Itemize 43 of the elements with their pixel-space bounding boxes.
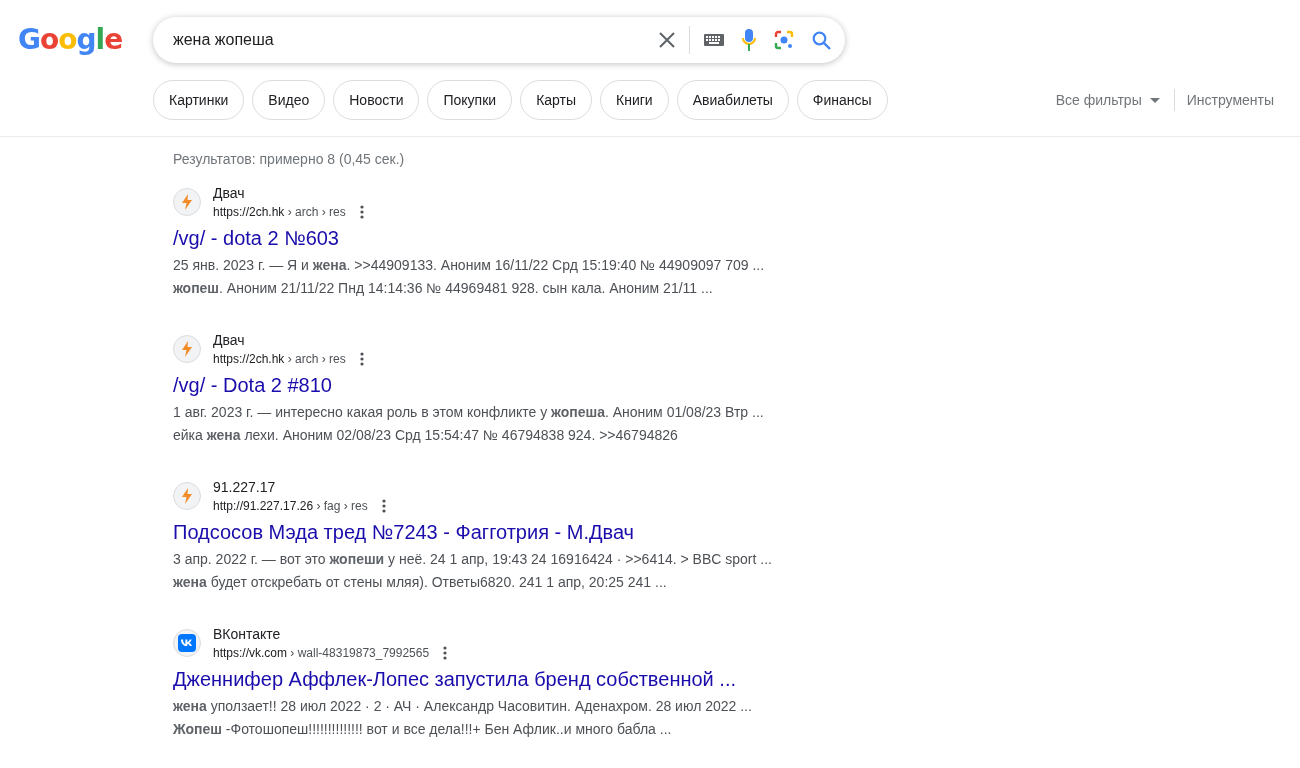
search-icon[interactable]	[812, 30, 831, 50]
filter-chip[interactable]: Авиабилеты	[676, 80, 789, 120]
caret-icon	[1149, 97, 1160, 103]
result-title-link[interactable]: Дженнифер Аффлек-Лопес запустила бренд собственной ...	[173, 666, 736, 692]
search-input[interactable]: жена жопеша	[173, 31, 659, 49]
site-name: Двач	[213, 184, 246, 203]
filter-chip[interactable]: Книги	[600, 80, 669, 120]
result-snippet: жена уползает!! 28 июл 2022 · 2 · АЧ · Александр Часовитин. Аденахром. 28 июл 2022 ... Жопеш -Фотошопеш!!!!!!!!!!!!!! вот и все дела!!!+ Бен Афлик..и много бабла ...	[173, 697, 753, 739]
google-logo[interactable]: Google	[18, 17, 153, 63]
more-options-icon[interactable]	[359, 205, 364, 219]
filter-chip[interactable]: Видео	[252, 80, 326, 120]
result-snippet: 1 авг. 2023 г. — интересно какая роль в этом конфликте у жопеша. Аноним 01/08/23 Втр ... ейка жена лехи. Аноним 02/08/23 Срд 15:54:47 № 46794838 924. >>46794826	[173, 403, 765, 445]
camera-icon[interactable]	[774, 30, 794, 50]
site-name: ВКонтакте	[213, 625, 282, 644]
vk-logo-icon	[173, 629, 201, 657]
filter-chip[interactable]: Покупки	[427, 80, 513, 120]
result-url: https://vk.com › wall-48319873_7992565	[213, 645, 430, 662]
keyboard-icon[interactable]	[704, 34, 724, 46]
microphone-icon[interactable]	[742, 29, 756, 51]
filter-chip[interactable]: Картинки	[153, 80, 245, 120]
result-url: https://2ch.hk › arch › res	[213, 351, 346, 368]
result-title-link[interactable]: /vg/ - dota 2 №603	[173, 225, 339, 251]
lightning-icon	[173, 482, 201, 510]
more-options-icon[interactable]	[443, 646, 448, 660]
result-title-link[interactable]: Подсосов Мэда тред №7243 - Фагготрия - М.Двач	[173, 519, 634, 545]
result-snippet: 25 янв. 2023 г. — Я и жена. >>44909133. Аноним 16/11/22 Срд 15:19:40 № 44909097 709 ... жопеш. Аноним 21/11/22 Пнд 14:14:36 № 44969481 928. сын кала. Аноним 21/11 ...	[173, 256, 766, 298]
filter-chip[interactable]: Новости	[333, 80, 420, 120]
all-filters-dropdown[interactable]: Все фильтры	[1055, 92, 1160, 108]
lightning-icon	[173, 335, 201, 363]
lightning-icon	[173, 188, 201, 216]
site-name: Двач	[213, 331, 246, 350]
result-title-link[interactable]: /vg/ - Dota 2 #810	[173, 372, 332, 398]
more-options-icon[interactable]	[359, 352, 364, 366]
filter-chip[interactable]: Карты	[520, 80, 593, 120]
filter-chip[interactable]: Финансы	[796, 80, 888, 120]
result-stats: Результатов: примерно 8 (0,45 сек.)	[173, 150, 406, 168]
result-snippet: 3 апр. 2022 г. — вот это жопеши у неё. 24 1 апр, 19:43 24 16916424 · >>6414. > BBC sport ... жена будет отскребать от стены мляя). Ответы6820. 241 1 апр, 20:25 241 ...	[173, 550, 773, 592]
tools-button[interactable]: Инструменты	[1186, 92, 1274, 108]
site-name: 91.227.17	[213, 478, 277, 497]
result-url: https://2ch.hk › arch › res	[213, 204, 346, 221]
more-options-icon[interactable]	[381, 499, 386, 513]
result-url: http://91.227.17.26 › fag › res	[213, 498, 368, 515]
close-icon[interactable]	[659, 32, 675, 48]
